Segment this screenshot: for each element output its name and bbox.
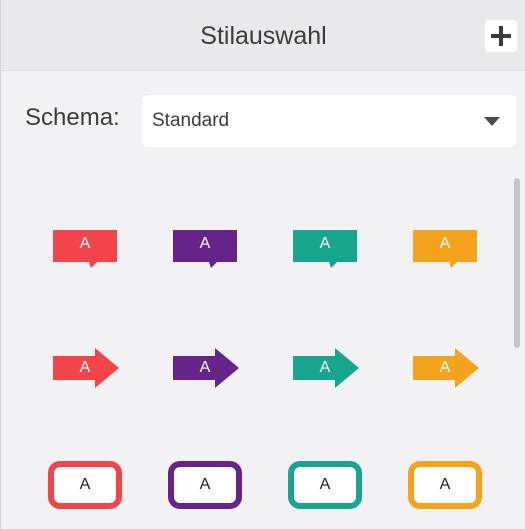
style-letter: A	[199, 235, 211, 252]
callout-style-orange[interactable]: A	[411, 228, 479, 270]
panel-title: Stilauswahl	[200, 22, 327, 50]
style-letter: A	[79, 359, 91, 376]
style-letter: A	[319, 359, 331, 376]
callout-style-red[interactable]: A	[51, 228, 119, 270]
style-gallery: A A A A A A A A A A A A	[1, 160, 506, 529]
box-style-red[interactable]: A	[47, 460, 123, 510]
arrow-style-teal[interactable]: A	[291, 346, 361, 390]
box-style-orange[interactable]: A	[407, 460, 483, 510]
box-style-purple[interactable]: A	[167, 460, 243, 510]
arrow-style-orange[interactable]: A	[411, 346, 481, 390]
add-style-button[interactable]	[485, 20, 517, 52]
arrow-style-purple[interactable]: A	[171, 346, 241, 390]
style-letter: A	[319, 476, 331, 493]
schema-dropdown[interactable]: Standard	[142, 95, 516, 147]
style-letter: A	[199, 359, 211, 376]
style-letter: A	[79, 235, 91, 252]
schema-label: Schema:	[25, 104, 120, 131]
box-style-teal[interactable]: A	[287, 460, 363, 510]
style-letter: A	[199, 476, 211, 493]
style-letter: A	[79, 476, 91, 493]
schema-selected-value: Standard	[152, 110, 230, 131]
chevron-down-icon	[484, 117, 500, 126]
style-letter: A	[319, 235, 331, 252]
arrow-style-red[interactable]: A	[51, 346, 121, 390]
style-letter: A	[439, 359, 451, 376]
style-letter: A	[439, 476, 451, 493]
style-panel: Stilauswahl Schema: Standard A A A A A A…	[0, 0, 525, 529]
gallery-scrollbar[interactable]	[514, 178, 520, 348]
callout-style-purple[interactable]: A	[171, 228, 239, 270]
panel-header: Stilauswahl	[1, 0, 525, 71]
callout-style-teal[interactable]: A	[291, 228, 359, 270]
style-letter: A	[439, 235, 451, 252]
